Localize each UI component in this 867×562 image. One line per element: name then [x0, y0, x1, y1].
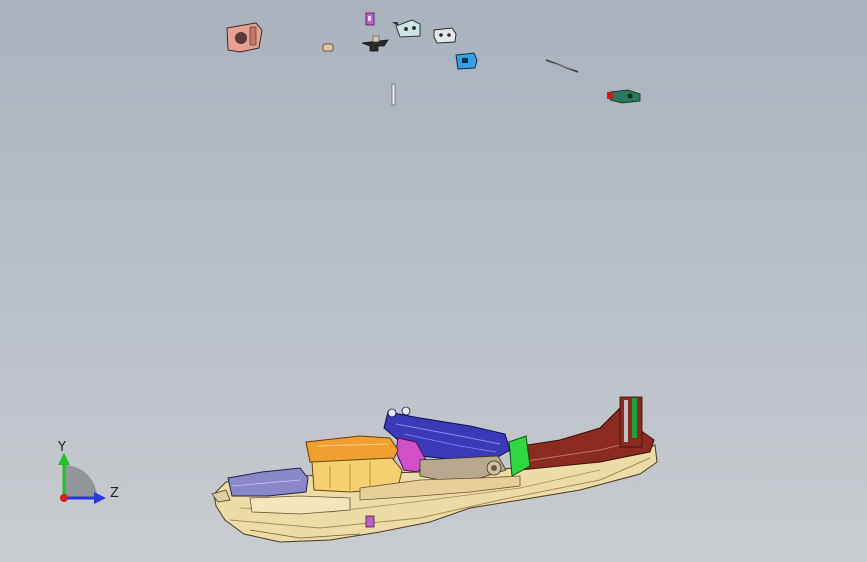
cad-viewport[interactable]: Y Z: [0, 0, 867, 562]
part-rod-thin[interactable]: [545, 59, 579, 73]
part-clip-small-tan[interactable]: [322, 43, 334, 52]
part-fastener-magenta[interactable]: [365, 12, 375, 26]
triad-z-label: Z: [110, 486, 119, 501]
orientation-triad: Y Z: [57, 440, 119, 504]
part-bracket-blue[interactable]: [455, 52, 478, 70]
part-clip-dark-black[interactable]: [361, 35, 389, 52]
assembly-main[interactable]: [211, 396, 658, 543]
part-bracket-light-teal[interactable]: [392, 19, 421, 38]
right-bracket: [619, 396, 643, 448]
model-scene[interactable]: [0, 0, 867, 562]
part-pin-thin-vertical[interactable]: [391, 83, 396, 106]
triad-z-arrow-icon: [94, 492, 106, 504]
part-connector-green-red[interactable]: [607, 89, 641, 104]
triad-background: [64, 465, 97, 498]
triad-y-label: Y: [57, 440, 66, 455]
triad-x-origin: [60, 494, 68, 502]
part-bracket-salmon[interactable]: [226, 22, 263, 53]
magenta-marker: [365, 515, 375, 528]
part-bracket-light-gray[interactable]: [433, 27, 457, 44]
purple-block: [227, 467, 309, 497]
